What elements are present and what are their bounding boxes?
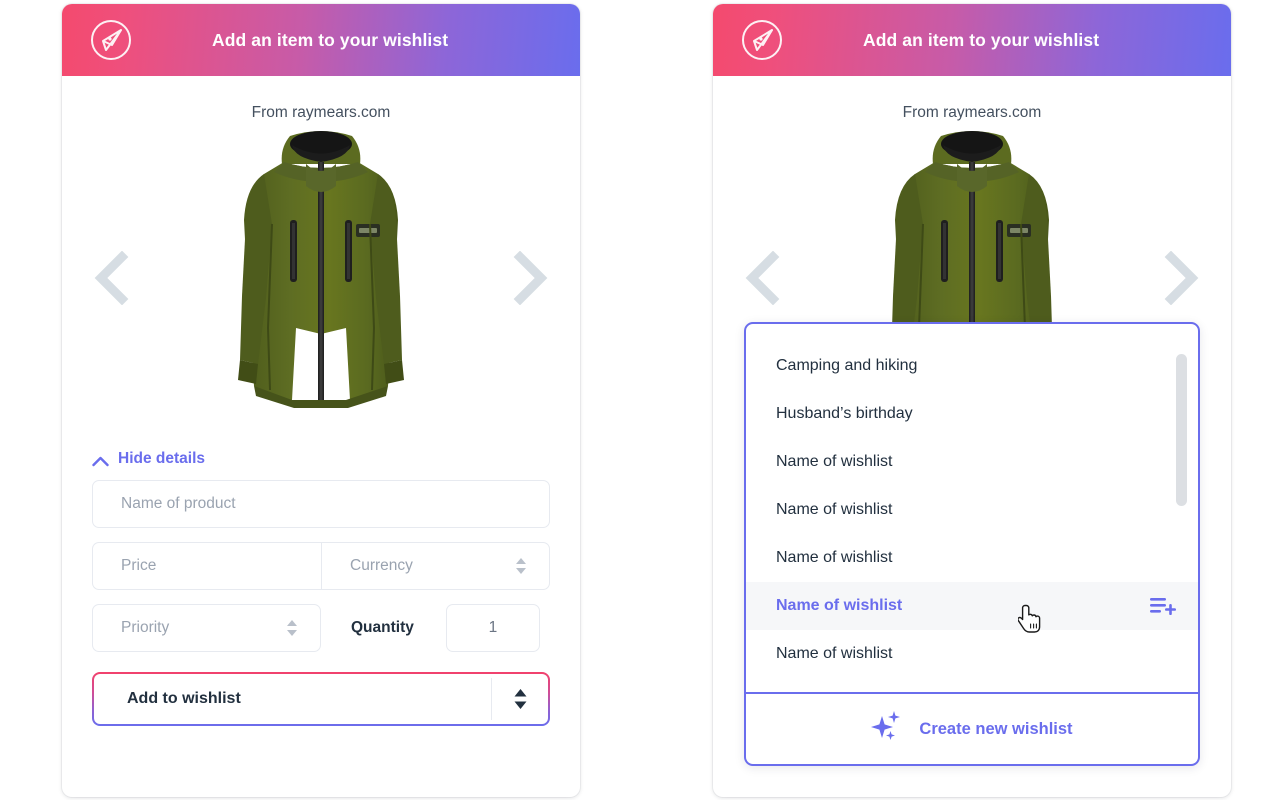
list-item-label: Name of wishlist — [776, 597, 903, 614]
list-item-highlighted[interactable]: Name of wishlist — [746, 582, 1198, 630]
card-header-left: Add an item to your wishlist — [62, 4, 580, 76]
wishlist-card-left: Add an item to your wishlist From raymea… — [62, 4, 580, 797]
list-item[interactable]: Husband’s birthday — [746, 390, 1198, 438]
list-item[interactable]: Name of wishlist — [746, 438, 1198, 486]
product-image — [228, 128, 414, 414]
sparkles-icon — [871, 710, 905, 748]
create-new-wishlist-button[interactable]: Create new wishlist — [746, 692, 1198, 764]
chevron-right-icon[interactable] — [1161, 249, 1203, 307]
divider — [491, 678, 492, 720]
stepper-updown-icon — [515, 557, 527, 575]
price-input[interactable]: Price — [92, 542, 321, 590]
quantity-label: Quantity — [351, 619, 414, 636]
hide-details-label: Hide details — [118, 450, 205, 467]
list-item-label: Name of wishlist — [776, 549, 893, 566]
stepper-updown-icon[interactable] — [513, 688, 528, 710]
add-to-wishlist-select[interactable]: Add to wishlist — [92, 672, 550, 726]
list-item[interactable]: Name of wishlist — [746, 630, 1198, 678]
wishlist-dropdown[interactable]: Camping and hiking Husband’s birthday Na… — [744, 322, 1200, 766]
list-item[interactable]: Camping and hiking — [746, 342, 1198, 390]
chevron-up-icon — [92, 454, 109, 466]
stepper-updown-icon — [286, 619, 298, 637]
screen: Add an item to your wishlist From raymea… — [0, 0, 1280, 800]
price-currency-row: Price Currency — [92, 542, 550, 590]
currency-placeholder: Currency — [350, 557, 413, 574]
compass-leaf-logo-icon — [88, 17, 134, 63]
compass-leaf-logo-icon — [739, 17, 785, 63]
wishlist-option-list: Camping and hiking Husband’s birthday Na… — [746, 324, 1198, 692]
list-item-label: Name of wishlist — [776, 453, 893, 470]
source-label: From raymears.com — [902, 104, 1042, 121]
product-name-placeholder: Name of product — [121, 495, 236, 512]
priority-select[interactable]: Priority — [92, 604, 321, 652]
add-to-wishlist-label: Add to wishlist — [127, 690, 241, 707]
currency-select[interactable]: Currency — [321, 542, 550, 590]
chevron-right-icon[interactable] — [510, 249, 552, 307]
price-placeholder: Price — [121, 557, 157, 574]
item-details-form: Name of product Price Currency Priority … — [62, 468, 580, 652]
list-item-label: Camping and hiking — [776, 357, 918, 374]
list-item[interactable]: Name of wishlist — [746, 486, 1198, 534]
create-new-wishlist-label: Create new wishlist — [919, 719, 1073, 738]
list-item-label: Name of wishlist — [776, 501, 893, 518]
card-title: Add an item to your wishlist — [863, 29, 1100, 50]
product-carousel-left — [62, 128, 580, 428]
dropdown-scrollbar[interactable] — [1176, 354, 1187, 506]
quantity-input[interactable]: 1 — [445, 604, 540, 652]
product-name-input[interactable]: Name of product — [92, 480, 550, 528]
card-title: Add an item to your wishlist — [212, 29, 449, 50]
card-header-right: Add an item to your wishlist — [713, 4, 1231, 76]
product-name-row: Name of product — [92, 480, 550, 528]
chevron-left-icon[interactable] — [90, 249, 132, 307]
list-item-label: Husband’s birthday — [776, 405, 913, 422]
list-item-label: Name of wishlist — [776, 645, 893, 662]
list-item[interactable]: Name of wishlist — [746, 534, 1198, 582]
playlist-add-icon[interactable] — [1150, 596, 1176, 616]
priority-quantity-row: Priority Quantity 1 — [92, 604, 550, 652]
hide-details-toggle[interactable]: Hide details — [62, 428, 580, 468]
quantity-group: Quantity 1 — [321, 604, 550, 652]
source-label: From raymears.com — [251, 104, 391, 121]
priority-placeholder: Priority — [121, 619, 170, 636]
chevron-left-icon[interactable] — [741, 249, 783, 307]
